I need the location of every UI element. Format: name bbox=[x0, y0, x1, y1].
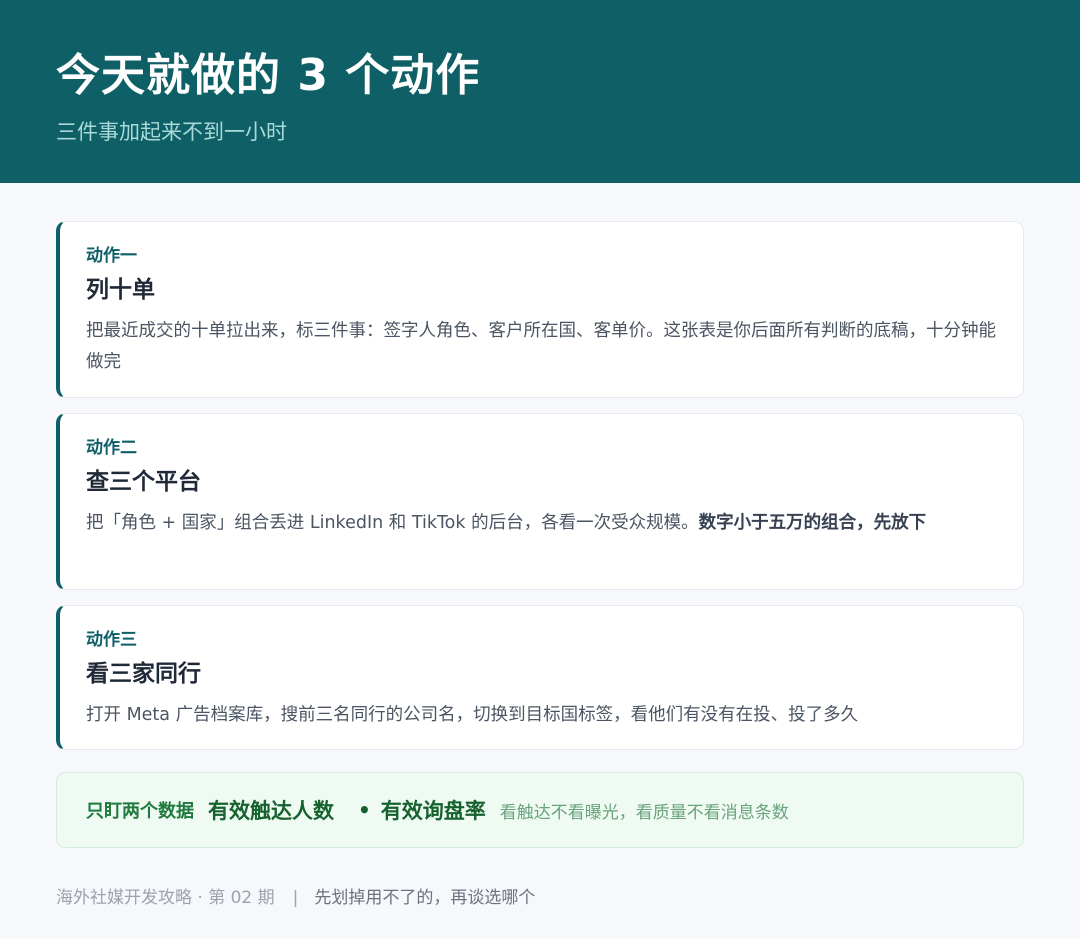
action-description-text: 把「角色 + 国家」组合丢进 LinkedIn 和 TikTok 的后台，各看一… bbox=[86, 513, 699, 533]
page-subtitle: 三件事加起来不到一小时 bbox=[56, 120, 287, 144]
action-tag: 动作一 bbox=[86, 246, 137, 266]
metrics-lead: 只盯两个数据 bbox=[86, 801, 194, 822]
footer-source: 海外社媒开发攻略 · 第 02 期 bbox=[56, 888, 275, 908]
action-heading: 列十单 bbox=[86, 277, 155, 303]
bullet-separator: • bbox=[358, 798, 371, 822]
action-heading: 看三家同行 bbox=[86, 661, 201, 687]
action-description-text: 打开 Meta 广告档案库，搜前三名同行的公司名，切换到目标国标签，看他们有没有… bbox=[86, 705, 859, 725]
action-heading: 查三个平台 bbox=[86, 469, 201, 495]
action-description: 打开 Meta 广告档案库，搜前三名同行的公司名，切换到目标国标签，看他们有没有… bbox=[86, 700, 996, 731]
action-card-1: 动作一 列十单 把最近成交的十单拉出来，标三件事：签字人角色、客户所在国、客单价… bbox=[56, 221, 1024, 398]
action-card-2: 动作二 查三个平台 把「角色 + 国家」组合丢进 LinkedIn 和 TikT… bbox=[56, 413, 1024, 590]
action-tag: 动作二 bbox=[86, 438, 137, 458]
header-banner: 今天就做的 3 个动作 三件事加起来不到一小时 bbox=[0, 0, 1080, 183]
action-tag: 动作三 bbox=[86, 630, 137, 650]
metric-inquiry-rate: 有效询盘率 bbox=[380, 799, 486, 823]
action-description: 把「角色 + 国家」组合丢进 LinkedIn 和 TikTok 的后台，各看一… bbox=[86, 508, 996, 539]
action-description-emphasis: 数字小于五万的组合，先放下 bbox=[698, 513, 927, 533]
action-description-text: 把最近成交的十单拉出来，标三件事：签字人角色、客户所在国、客单价。这张表是你后面… bbox=[86, 321, 996, 372]
action-card-3: 动作三 看三家同行 打开 Meta 广告档案库，搜前三名同行的公司名，切换到目标… bbox=[56, 605, 1024, 750]
footer: 海外社媒开发攻略 · 第 02 期 | 先划掉用不了的，再谈选哪个 bbox=[56, 884, 535, 912]
metric-reach: 有效触达人数 bbox=[208, 799, 334, 823]
footer-tip: 先划掉用不了的，再谈选哪个 bbox=[314, 888, 536, 908]
page-title: 今天就做的 3 个动作 bbox=[56, 50, 481, 101]
key-metrics-callout: 只盯两个数据 有效触达人数 • 有效询盘率 看触达不看曝光，看质量不看消息条数 bbox=[56, 772, 1024, 848]
metrics-note: 看触达不看曝光，看质量不看消息条数 bbox=[499, 802, 789, 823]
action-description: 把最近成交的十单拉出来，标三件事：签字人角色、客户所在国、客单价。这张表是你后面… bbox=[86, 316, 996, 378]
footer-separator: | bbox=[292, 888, 299, 908]
